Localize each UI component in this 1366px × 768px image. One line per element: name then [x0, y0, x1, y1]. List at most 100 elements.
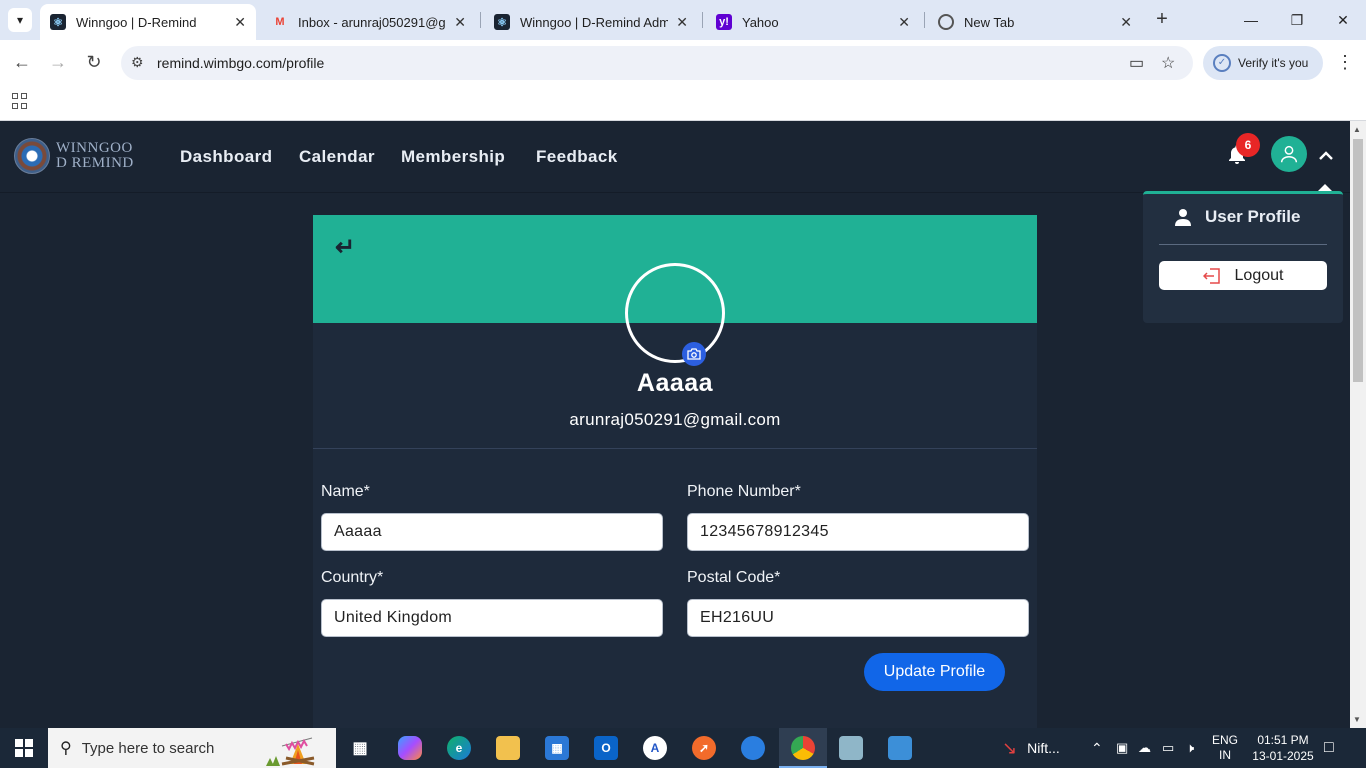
- volume-muted-icon[interactable]: 🕨: [1186, 728, 1194, 768]
- clock[interactable]: 01:51 PM 13-01-2025: [1252, 728, 1314, 768]
- meet-icon[interactable]: ▣: [1116, 728, 1128, 768]
- user-avatar[interactable]: [1271, 136, 1307, 172]
- taskbar-search-box[interactable]: ⚲ Type here to search: [48, 728, 336, 768]
- nav-dashboard[interactable]: Dashboard: [180, 147, 272, 167]
- close-tab-icon[interactable]: ✕: [676, 14, 688, 31]
- tab-search-button[interactable]: ▾: [8, 8, 32, 32]
- postman-icon[interactable]: ➚: [692, 736, 716, 760]
- address-bar[interactable]: ⚙ remind.wimbgo.com/profile ▭ ☆: [121, 46, 1193, 80]
- tab-new-tab[interactable]: New Tab ✕: [928, 4, 1142, 40]
- nifty-widget[interactable]: ↘ Nift...: [1002, 728, 1060, 768]
- nav-membership[interactable]: Membership: [401, 147, 505, 167]
- task-view-icon[interactable]: ▦: [348, 736, 372, 760]
- name-input[interactable]: [321, 513, 663, 551]
- search-icon: ⚲: [60, 740, 72, 757]
- reload-button[interactable]: ↻: [82, 50, 106, 74]
- close-tab-icon[interactable]: ✕: [1120, 14, 1132, 31]
- show-hidden-icons[interactable]: ⌃: [1091, 728, 1103, 768]
- logout-button[interactable]: Logout: [1159, 261, 1327, 290]
- chrome-menu-icon[interactable]: ⋮: [1336, 52, 1354, 73]
- verify-label: Verify it's you: [1238, 56, 1309, 70]
- bookmark-star-icon[interactable]: ☆: [1161, 53, 1175, 73]
- card-divider: [313, 448, 1037, 449]
- postal-code-label: Postal Code*: [687, 569, 781, 586]
- logo-line-1: WINNGOO: [56, 140, 133, 156]
- react-favicon-icon: ⚛: [494, 14, 510, 30]
- dropdown-user-profile[interactable]: User Profile: [1175, 207, 1300, 227]
- site-logo[interactable]: WINNGOO D REMIND: [14, 138, 134, 174]
- tab-yahoo[interactable]: y! Yahoo ✕: [706, 4, 920, 40]
- page-scrollbar[interactable]: ▲ ▼: [1350, 121, 1366, 728]
- clock-date: 13-01-2025: [1252, 749, 1314, 763]
- profile-card: ↵ Aaaaa arunraj050291@gmail.com Name* Ph…: [313, 215, 1037, 728]
- search-highlight-bonfire-icon: [266, 737, 315, 766]
- nifty-chart-icon: ↘: [1002, 737, 1018, 758]
- copilot-icon[interactable]: [398, 736, 422, 760]
- edge-icon[interactable]: e: [447, 736, 471, 760]
- tab-title: Winngoo | D-Remind Admin: [520, 14, 669, 30]
- thunderbird-icon[interactable]: [741, 736, 765, 760]
- tab-title: Winngoo | D-Remind: [76, 14, 197, 30]
- user-avatar-icon: [1280, 145, 1298, 163]
- notepad-app-icon[interactable]: [839, 736, 863, 760]
- logout-icon: [1202, 267, 1220, 284]
- chrome-icon: [938, 14, 954, 30]
- close-window-button[interactable]: ✕: [1320, 0, 1366, 40]
- minimize-button[interactable]: —: [1228, 0, 1274, 40]
- url-text[interactable]: remind.wimbgo.com/profile: [157, 55, 324, 71]
- tab-winngoo-admin[interactable]: ⚛ Winngoo | D-Remind Admin ✕: [484, 4, 698, 40]
- chrome-taskbar-icon[interactable]: [791, 736, 815, 760]
- dropdown-divider: [1159, 244, 1327, 245]
- remote-desktop-icon[interactable]: [888, 736, 912, 760]
- scroll-down-icon[interactable]: ▼: [1353, 715, 1361, 724]
- install-app-icon[interactable]: ▭: [1129, 53, 1144, 73]
- file-explorer-icon[interactable]: [496, 736, 520, 760]
- verify-identity-chip[interactable]: ✓ Verify it's you: [1203, 46, 1323, 80]
- back-button[interactable]: ←: [10, 50, 34, 74]
- verify-icon: ✓: [1213, 54, 1231, 72]
- app-a-icon[interactable]: A: [643, 736, 667, 760]
- scroll-up-icon[interactable]: ▲: [1353, 125, 1361, 134]
- gmail-icon: M: [275, 16, 285, 28]
- windows-start-icon[interactable]: [0, 728, 48, 768]
- scrollbar-thumb[interactable]: [1353, 139, 1363, 382]
- forward-button[interactable]: →: [46, 50, 70, 74]
- site-info-icon[interactable]: ⚙: [131, 54, 144, 71]
- close-tab-icon[interactable]: ✕: [234, 14, 246, 31]
- apps-grid-icon[interactable]: [12, 93, 28, 109]
- network-icon[interactable]: ▭: [1162, 728, 1174, 768]
- country-input[interactable]: [321, 599, 663, 637]
- language-indicator[interactable]: ENG IN: [1212, 728, 1238, 768]
- update-profile-button[interactable]: Update Profile: [864, 653, 1005, 691]
- close-tab-icon[interactable]: ✕: [454, 14, 466, 31]
- outlook-icon[interactable]: O: [594, 736, 618, 760]
- postal-code-input[interactable]: [687, 599, 1029, 637]
- onedrive-icon[interactable]: ☁: [1138, 728, 1151, 768]
- site-navbar: WINNGOO D REMIND Dashboard Calendar Memb…: [0, 121, 1350, 193]
- react-favicon-icon: ⚛: [50, 14, 66, 30]
- clock-time: 01:51 PM: [1257, 733, 1309, 747]
- back-arrow-icon[interactable]: ↵: [335, 233, 355, 262]
- close-tab-icon[interactable]: ✕: [898, 14, 910, 31]
- nav-calendar[interactable]: Calendar: [299, 147, 375, 167]
- microsoft-store-icon[interactable]: ▦: [545, 736, 569, 760]
- phone-input[interactable]: [687, 513, 1029, 551]
- new-tab-button[interactable]: +: [1150, 8, 1174, 32]
- notification-center-icon[interactable]: □: [1324, 728, 1334, 768]
- tab-gmail-inbox[interactable]: M Inbox - arunraj050291@gma ✕: [262, 4, 476, 40]
- user-icon: [1175, 209, 1191, 226]
- tab-title: Yahoo: [742, 14, 779, 30]
- notification-count-badge: 6: [1236, 133, 1260, 157]
- logo-line-2: D REMIND: [56, 155, 134, 171]
- camera-icon[interactable]: [682, 342, 706, 366]
- profile-name: Aaaaa: [636, 369, 714, 397]
- profile-photo[interactable]: [625, 263, 725, 363]
- windows-taskbar: ⚲ Type here to search ▦ e ▦ O A ➚ ↘ Nift…: [0, 728, 1366, 768]
- region-code: IN: [1219, 748, 1231, 762]
- tab-separator: [924, 12, 925, 28]
- nav-feedback[interactable]: Feedback: [536, 147, 618, 167]
- language-code: ENG: [1212, 733, 1239, 747]
- restore-button[interactable]: ❐: [1274, 0, 1320, 40]
- chevron-up-icon[interactable]: [1317, 147, 1335, 165]
- tab-winngoo-dremind[interactable]: ⚛ Winngoo | D-Remind ✕: [40, 4, 256, 40]
